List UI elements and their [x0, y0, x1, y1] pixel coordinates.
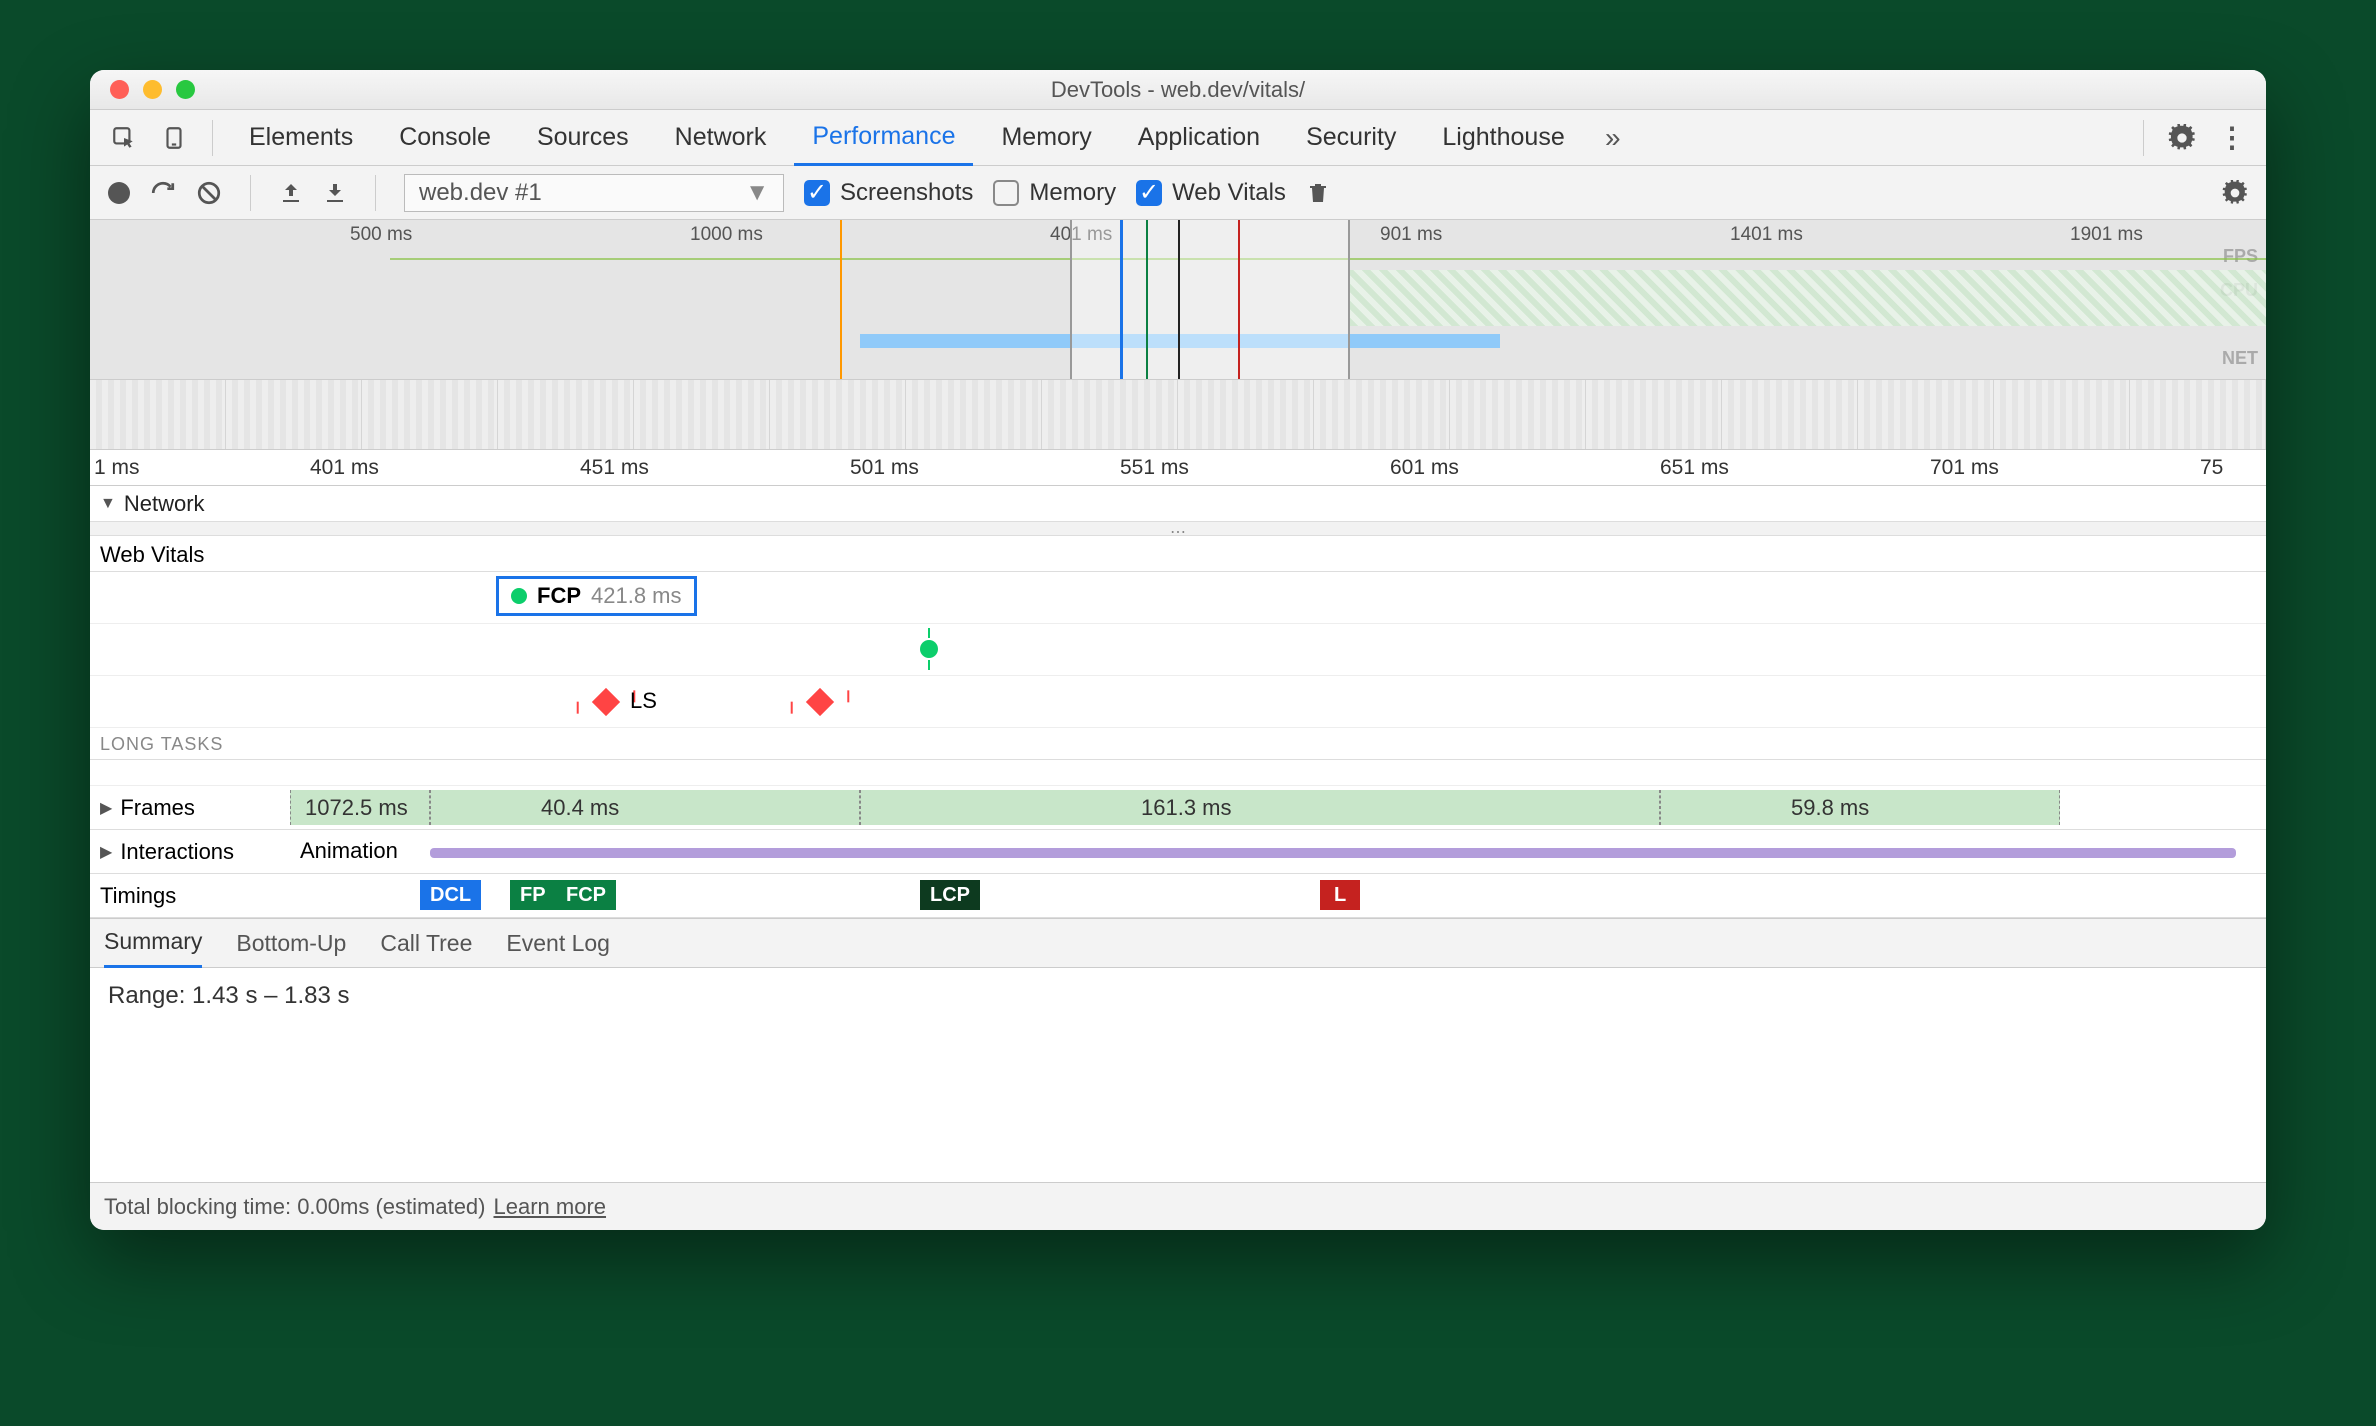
web-vitals-fcp-lane[interactable]: FCP 421.8 ms [90, 572, 2266, 624]
trash-icon[interactable] [1306, 181, 1330, 205]
triangle-right-icon: ▶ [100, 842, 112, 862]
kebab-menu-icon[interactable]: ⋮ [2212, 118, 2252, 158]
tab-console[interactable]: Console [381, 110, 509, 166]
green-dot-icon [511, 588, 527, 604]
layout-shift-marker[interactable] [592, 688, 620, 716]
lcp-good-marker[interactable] [920, 640, 938, 658]
animation-bar[interactable] [430, 848, 2236, 858]
footer-bar: Total blocking time: 0.00ms (estimated) … [90, 1182, 2266, 1230]
triangle-down-icon: ▼ [100, 495, 116, 513]
more-tabs-icon[interactable]: » [1593, 118, 1633, 158]
tab-lighthouse[interactable]: Lighthouse [1424, 110, 1582, 166]
long-tasks-lane[interactable] [90, 760, 2266, 786]
memory-checkbox[interactable]: Memory [993, 179, 1116, 207]
web-vitals-section: Web Vitals FCP 421.8 ms LS LONG TASKS [90, 536, 2266, 786]
tab-sources[interactable]: Sources [519, 110, 647, 166]
checkbox-checked-icon: ✓ [804, 180, 830, 206]
performance-toolbar: web.dev #1 ▼ ✓ Screenshots Memory ✓ Web … [90, 166, 2266, 220]
ls-label: LS [630, 688, 657, 714]
titlebar: DevTools - web.dev/vitals/ [90, 70, 2266, 110]
timing-fp[interactable]: FP [510, 880, 556, 910]
tab-security[interactable]: Security [1288, 110, 1414, 166]
timeline-overview[interactable]: 500 ms 1000 ms 401 ms 901 ms 1401 ms 190… [90, 220, 2266, 380]
profile-select[interactable]: web.dev #1 ▼ [404, 174, 784, 212]
timing-l[interactable]: L [1320, 880, 1360, 910]
layout-shift-marker[interactable] [806, 688, 834, 716]
timing-dcl[interactable]: DCL [420, 880, 481, 910]
tab-network[interactable]: Network [657, 110, 785, 166]
record-button[interactable] [108, 182, 130, 204]
tab-elements[interactable]: Elements [231, 110, 371, 166]
device-toolbar-icon[interactable] [154, 118, 194, 158]
profile-select-label: web.dev #1 [419, 179, 542, 207]
learn-more-link[interactable]: Learn more [494, 1194, 607, 1220]
devtools-window: DevTools - web.dev/vitals/ Elements Cons… [90, 70, 2266, 1230]
checkbox-checked-icon: ✓ [1136, 180, 1162, 206]
inspect-element-icon[interactable] [104, 118, 144, 158]
upload-profile-icon[interactable] [279, 181, 303, 205]
frame-segment[interactable]: 40.4 ms [430, 790, 860, 825]
reload-record-icon[interactable] [150, 180, 176, 206]
screenshot-filmstrip[interactable] [90, 380, 2266, 450]
window-title: DevTools - web.dev/vitals/ [90, 77, 2266, 103]
total-blocking-time: Total blocking time: 0.00ms (estimated) [104, 1194, 486, 1220]
overview-selection[interactable] [1070, 220, 1350, 379]
long-tasks-header: LONG TASKS [90, 728, 2266, 760]
chevron-down-icon: ▼ [745, 179, 769, 207]
web-vitals-lcp-lane[interactable] [90, 624, 2266, 676]
frame-segment[interactable]: 161.3 ms [860, 790, 1660, 825]
summary-panel: Range: 1.43 s – 1.83 s [90, 968, 2266, 1182]
tab-application[interactable]: Application [1120, 110, 1278, 166]
tab-event-log[interactable]: Event Log [506, 930, 610, 957]
tab-memory[interactable]: Memory [983, 110, 1109, 166]
network-track-header[interactable]: ▼Network [90, 486, 2266, 522]
web-vitals-header: Web Vitals [90, 536, 2266, 572]
triangle-right-icon: ▶ [100, 798, 112, 818]
screenshots-checkbox[interactable]: ✓ Screenshots [804, 179, 973, 207]
fcp-tooltip[interactable]: FCP 421.8 ms [496, 576, 697, 616]
web-vitals-checkbox[interactable]: ✓ Web Vitals [1136, 179, 1286, 207]
details-tabs: Summary Bottom-Up Call Tree Event Log [90, 918, 2266, 968]
checkbox-unchecked-icon [993, 180, 1019, 206]
frame-segment[interactable]: 1072.5 ms [290, 790, 430, 825]
capture-settings-gear-icon[interactable] [2222, 180, 2248, 206]
animation-label: Animation [300, 838, 398, 864]
tab-summary[interactable]: Summary [104, 918, 202, 968]
tab-bottom-up[interactable]: Bottom-Up [236, 930, 346, 957]
settings-gear-icon[interactable] [2162, 118, 2202, 158]
timing-lcp[interactable]: LCP [920, 880, 980, 910]
frame-segment[interactable]: 59.8 ms [1660, 790, 2060, 825]
web-vitals-ls-lane[interactable]: LS [90, 676, 2266, 728]
clear-icon[interactable] [196, 180, 222, 206]
download-profile-icon[interactable] [323, 181, 347, 205]
summary-range: Range: 1.43 s – 1.83 s [108, 982, 350, 1009]
tab-call-tree[interactable]: Call Tree [380, 930, 472, 957]
timing-fcp[interactable]: FCP [556, 880, 616, 910]
main-tabs: Elements Console Sources Network Perform… [90, 110, 2266, 166]
time-ruler[interactable]: 1 ms 401 ms 451 ms 501 ms 551 ms 601 ms … [90, 450, 2266, 486]
tab-performance[interactable]: Performance [794, 110, 973, 166]
frames-track[interactable]: ▶Frames 1072.5 ms 40.4 ms 161.3 ms 59.8 … [90, 786, 2266, 830]
interactions-track[interactable]: ▶Interactions Animation [90, 830, 2266, 874]
timings-track[interactable]: Timings DCL FP FCP LCP L [90, 874, 2266, 918]
collapse-handle[interactable]: ⋯ [90, 522, 2266, 536]
